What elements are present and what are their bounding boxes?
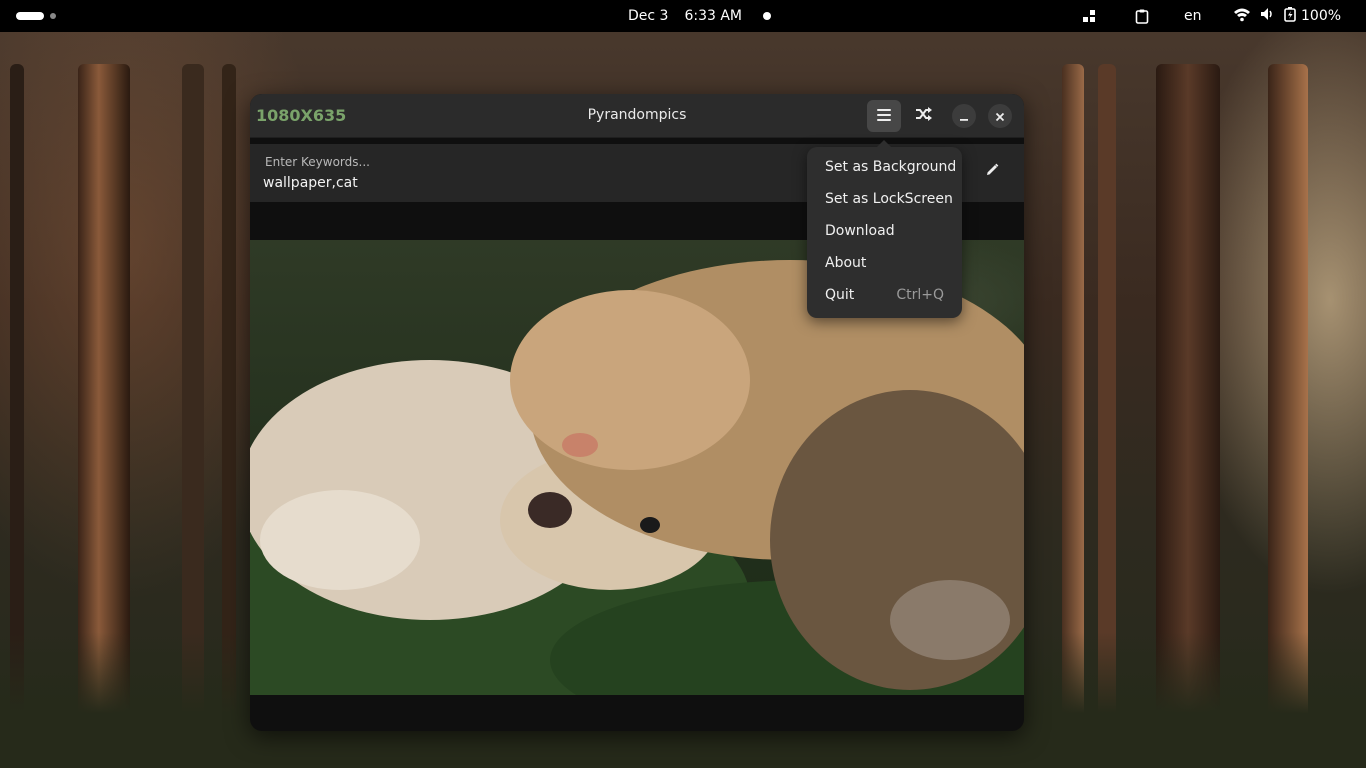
- wifi-icon: [1233, 6, 1251, 26]
- top-bar: Dec 3 6:33 AM en 100%: [0, 0, 1366, 32]
- menu-item-quit[interactable]: Quit: [825, 287, 854, 303]
- clipboard-icon[interactable]: [1134, 0, 1150, 32]
- hamburger-icon: [876, 107, 892, 126]
- workspace-indicator-active: [16, 12, 44, 20]
- battery-percentage: 100%: [1301, 8, 1342, 24]
- keyboard-layout-indicator[interactable]: en: [1184, 0, 1202, 32]
- main-menu-button[interactable]: [867, 100, 901, 132]
- clock-time: 6:33 AM: [684, 8, 742, 24]
- system-status-area[interactable]: 100%: [1233, 0, 1341, 32]
- battery-icon: [1283, 6, 1297, 26]
- shuffle-icon: [915, 106, 933, 126]
- app-grid-icon[interactable]: [1081, 0, 1097, 32]
- menu-item-set-background[interactable]: Set as Background: [825, 159, 956, 175]
- quit-shortcut: Ctrl+Q: [896, 287, 944, 303]
- clock[interactable]: Dec 3 6:33 AM: [628, 0, 771, 32]
- edit-keywords-button[interactable]: [978, 158, 1006, 186]
- activities-button[interactable]: [16, 0, 56, 32]
- menu-item-set-lockscreen[interactable]: Set as LockScreen: [825, 191, 953, 207]
- close-icon: [995, 107, 1005, 126]
- menu-item-about[interactable]: About: [825, 255, 866, 271]
- header-bar[interactable]: 1080X635 Pyrandompics: [250, 94, 1024, 138]
- pencil-icon: [984, 162, 1000, 182]
- clock-date: Dec 3: [628, 8, 669, 24]
- close-button[interactable]: [988, 104, 1012, 128]
- keywords-placeholder: Enter Keywords...: [265, 155, 370, 169]
- notification-dot: [763, 12, 771, 20]
- minimize-button[interactable]: [952, 104, 976, 128]
- volume-icon: [1259, 6, 1275, 26]
- shuffle-button[interactable]: [907, 100, 941, 132]
- minimize-icon: [959, 107, 969, 126]
- main-menu-popover: Set as Background Set as LockScreen Down…: [807, 140, 962, 318]
- menu-item-download[interactable]: Download: [825, 223, 895, 239]
- keywords-input[interactable]: [263, 172, 763, 194]
- workspace-indicator: [50, 13, 56, 19]
